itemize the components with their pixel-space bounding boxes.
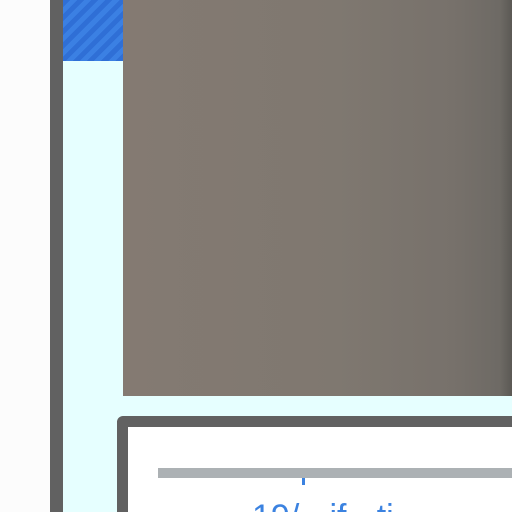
info-card[interactable]: 19/ · if · ti <box>117 416 512 512</box>
card-partial-text: 19/ · if · ti <box>252 497 394 512</box>
photo-edge-shadow <box>500 0 512 396</box>
card-divider <box>158 468 512 478</box>
left-frame-border <box>50 0 63 512</box>
card-marker <box>302 478 305 485</box>
app-viewport: 19/ · if · ti <box>0 0 512 512</box>
photo-image <box>123 0 512 396</box>
striped-tab-marker[interactable] <box>63 0 123 61</box>
